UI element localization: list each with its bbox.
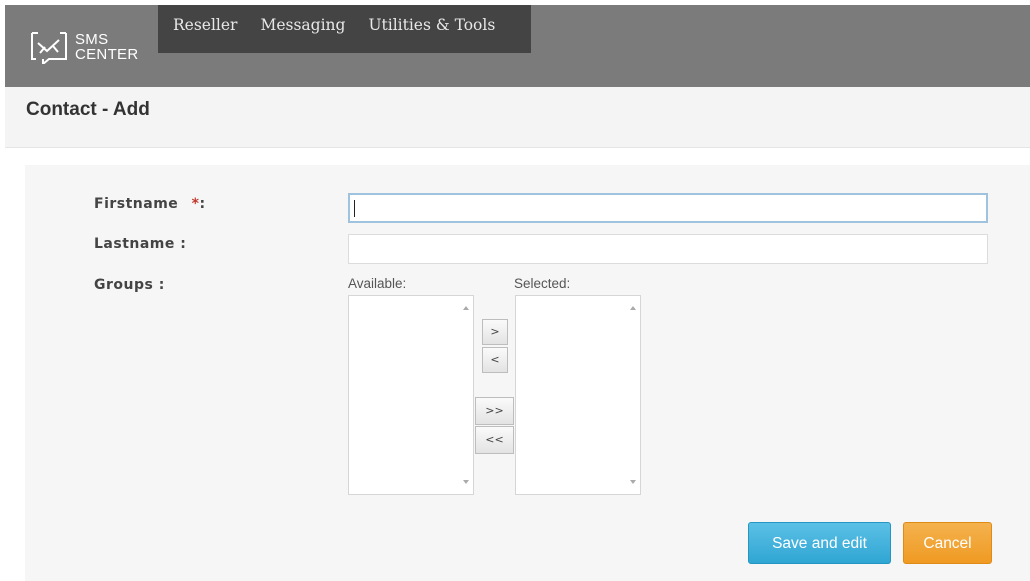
save-and-edit-button[interactable]: Save and edit (748, 522, 891, 564)
selected-label: Selected: (514, 276, 571, 291)
main-nav: Reseller Messaging Utilities & Tools (158, 5, 531, 53)
available-label: Available: (348, 276, 407, 291)
page-header: Contact - Add (5, 87, 1030, 148)
page-title: Contact - Add (26, 99, 150, 120)
move-all-right-button[interactable]: >> (475, 397, 514, 425)
firstname-input[interactable] (348, 193, 988, 223)
scroll-down-icon[interactable] (630, 480, 636, 484)
cancel-button[interactable]: Cancel (903, 522, 992, 564)
firstname-label: Firstname *: (94, 196, 206, 212)
sms-logo-icon (31, 32, 67, 64)
brand-logo[interactable]: SMS CENTER (29, 27, 138, 67)
nav-messaging[interactable]: Messaging (260, 5, 345, 34)
brand-name: SMS CENTER (75, 32, 138, 62)
move-right-button[interactable]: > (482, 319, 508, 345)
firstname-label-text: Firstname (94, 196, 179, 212)
scroll-up-icon[interactable] (630, 306, 636, 310)
firstname-label-colon: : (199, 196, 206, 212)
top-bar: SMS CENTER Reseller Messaging Utilities … (5, 5, 1030, 87)
brand-line2: CENTER (75, 46, 139, 63)
nav-utilities-tools[interactable]: Utilities & Tools (368, 5, 495, 34)
lastname-label: Lastname : (94, 236, 187, 252)
move-all-left-button[interactable]: << (475, 426, 514, 454)
brand-line1: SMS (75, 31, 109, 48)
move-left-button[interactable]: < (482, 347, 508, 373)
scroll-up-icon[interactable] (463, 306, 469, 310)
required-marker: * (191, 196, 200, 212)
scroll-down-icon[interactable] (463, 480, 469, 484)
selected-groups-list[interactable] (515, 295, 641, 495)
lastname-input[interactable] (348, 234, 988, 264)
available-groups-list[interactable] (348, 295, 474, 495)
text-cursor (354, 200, 355, 217)
groups-label: Groups : (94, 277, 165, 293)
nav-reseller[interactable]: Reseller (173, 5, 237, 34)
